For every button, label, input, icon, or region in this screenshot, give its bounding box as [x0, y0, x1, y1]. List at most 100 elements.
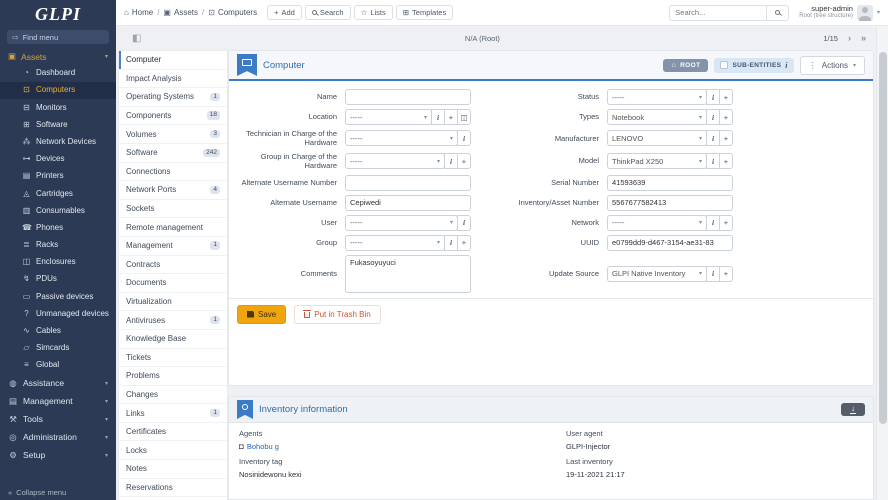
- next-record-icon[interactable]: ›: [848, 33, 851, 43]
- tab-knowledge-base[interactable]: Knowledge Base: [119, 329, 227, 349]
- info-button[interactable]: i: [444, 234, 458, 251]
- sidebar-item-software[interactable]: ⊞ Software: [0, 117, 116, 134]
- tab-virtualization[interactable]: Virtualization: [119, 292, 227, 312]
- scrollbar-track[interactable]: [876, 26, 888, 500]
- sidebar-item-cables[interactable]: ∿ Cables: [0, 323, 116, 340]
- tab-notes[interactable]: Notes: [119, 460, 227, 479]
- types-select[interactable]: Notebook ▾: [607, 109, 707, 125]
- sidebar-item-passive-devices[interactable]: ▭ Passive devices: [0, 288, 116, 305]
- lists-button[interactable]: ☆ Lists: [353, 5, 393, 20]
- sidebar-item-global[interactable]: ≡ Global: [0, 357, 116, 374]
- status-select[interactable]: ----- ▾: [607, 89, 707, 105]
- sidebar-item-devices[interactable]: ⊶ Devices: [0, 151, 116, 168]
- sidebar-item-network-devices[interactable]: ⁂ Network Devices: [0, 134, 116, 151]
- technician-in-charge-of-the-hardware-select[interactable]: ----- ▾: [345, 130, 458, 147]
- info-button[interactable]: i: [706, 130, 720, 147]
- tab-components[interactable]: Components 18: [119, 106, 227, 126]
- alternate-username-number-input[interactable]: [345, 174, 471, 191]
- sub-entities-checkbox[interactable]: [720, 61, 729, 69]
- uuid-input[interactable]: [607, 234, 733, 251]
- scrollbar-thumb[interactable]: [879, 52, 887, 424]
- sidebar-item-unmanaged-devices[interactable]: ? Unmanaged devices: [0, 306, 116, 323]
- location-select[interactable]: ----- ▾: [345, 109, 432, 125]
- search-button[interactable]: Search: [304, 5, 351, 20]
- add-option-button[interactable]: +: [457, 153, 471, 170]
- map-button[interactable]: ◫: [457, 109, 471, 125]
- serial-number-input[interactable]: [607, 174, 733, 191]
- tab-problems[interactable]: Problems: [119, 367, 227, 386]
- info-button[interactable]: i: [706, 265, 720, 282]
- group-in-charge-of-the-hardware-select[interactable]: ----- ▾: [345, 153, 445, 170]
- sidebar-item-pdus[interactable]: ↯ PDUs: [0, 271, 116, 288]
- tab-remote-management[interactable]: Remote management: [119, 218, 227, 237]
- group-select[interactable]: ----- ▾: [345, 234, 445, 251]
- tab-operating-systems[interactable]: Operating Systems 1: [119, 88, 227, 107]
- sidebar-section-administration[interactable]: ◎ Administration ▾: [0, 428, 116, 446]
- sidebar-item-simcards[interactable]: ▱ Simcards: [0, 340, 116, 357]
- sidebar-item-computers[interactable]: ⊡ Computers: [0, 82, 116, 100]
- info-button[interactable]: i: [457, 130, 471, 147]
- add-option-button[interactable]: +: [719, 153, 733, 170]
- put-in-trash-button[interactable]: Put in Trash Bin: [294, 304, 381, 324]
- add-option-button[interactable]: +: [719, 89, 733, 105]
- tab-network-ports[interactable]: Network Ports 4: [119, 181, 227, 200]
- search-button[interactable]: [767, 4, 790, 21]
- breadcrumb-home[interactable]: ⌂ Home: [124, 8, 153, 17]
- info-button[interactable]: i: [457, 214, 471, 231]
- agent-link[interactable]: ◘ Bohobu g: [239, 442, 536, 451]
- sidebar-item-printers[interactable]: ▤ Printers: [0, 168, 116, 185]
- breadcrumb-computers[interactable]: ⊡ Computers: [208, 8, 257, 17]
- add-button[interactable]: + Add: [267, 5, 302, 20]
- alternate-username-input[interactable]: [345, 194, 471, 211]
- sidebar-section-setup[interactable]: ⚙ Setup ▾: [0, 446, 116, 464]
- sidebar-item-phones[interactable]: ☎ Phones: [0, 220, 116, 237]
- add-option-button[interactable]: +: [719, 109, 733, 125]
- last-record-icon[interactable]: »: [861, 33, 866, 43]
- add-option-button[interactable]: +: [719, 214, 733, 231]
- sidebar-section-management[interactable]: ▤ Management ▾: [0, 392, 116, 410]
- templates-button[interactable]: ⊞ Templates: [395, 5, 454, 20]
- tab-tickets[interactable]: Tickets: [119, 348, 227, 368]
- info-button[interactable]: i: [706, 89, 720, 105]
- add-option-button[interactable]: +: [719, 130, 733, 147]
- info-button[interactable]: i: [706, 214, 720, 231]
- inventory-asset-number-input[interactable]: [607, 194, 733, 211]
- tab-management[interactable]: Management 1: [119, 236, 227, 256]
- comments-textarea[interactable]: [345, 254, 471, 293]
- network-select[interactable]: ----- ▾: [607, 214, 707, 231]
- user-menu[interactable]: super-admin Root (tree structure) ▾: [799, 4, 880, 21]
- sidebar-section-tools[interactable]: ⚒ Tools ▾: [0, 410, 116, 428]
- sidebar-toggle-icon[interactable]: ◧: [132, 33, 141, 44]
- model-select[interactable]: ThinkPad X250 ▾: [607, 153, 707, 170]
- tab-changes[interactable]: Changes: [119, 385, 227, 405]
- sub-entities-toggle[interactable]: SUB-ENTITIES i: [714, 57, 794, 73]
- manufacturer-select[interactable]: LENOVO ▾: [607, 130, 707, 147]
- tab-connections[interactable]: Connections: [119, 162, 227, 182]
- breadcrumb-assets[interactable]: ▣ Assets: [163, 8, 198, 17]
- name-input[interactable]: [345, 89, 471, 105]
- tab-software[interactable]: Software 242: [119, 143, 227, 163]
- actions-button[interactable]: ⋮ Actions ▾: [799, 55, 865, 75]
- tab-computer[interactable]: Computer: [119, 51, 227, 70]
- add-option-button[interactable]: +: [457, 234, 471, 251]
- sidebar-item-consumables[interactable]: ▥ Consumables: [0, 203, 116, 220]
- tab-locks[interactable]: Locks: [119, 441, 227, 461]
- tab-documents[interactable]: Documents: [119, 274, 227, 293]
- tab-volumes[interactable]: Volumes 3: [119, 125, 227, 144]
- tab-impact-analysis[interactable]: Impact Analysis: [119, 69, 227, 89]
- sidebar-item-monitors[interactable]: ⊟ Monitors: [0, 99, 116, 116]
- tab-certificates[interactable]: Certificates: [119, 422, 227, 442]
- glpi-logo[interactable]: GLPI: [0, 0, 116, 28]
- update-source-select[interactable]: GLPI Native Inventory ▾: [607, 265, 707, 282]
- sidebar-section-assets[interactable]: ▣ Assets ▾: [0, 48, 116, 65]
- sidebar-item-cartridges[interactable]: ◬ Cartridges: [0, 185, 116, 202]
- add-option-button[interactable]: +: [444, 109, 458, 125]
- info-button[interactable]: i: [444, 153, 458, 170]
- tab-contracts[interactable]: Contracts: [119, 255, 227, 275]
- save-button[interactable]: Save: [237, 304, 287, 324]
- collapse-menu-button[interactable]: « Collapse menu: [0, 488, 116, 497]
- find-menu-button[interactable]: ⇨ Find menu: [7, 30, 109, 44]
- sidebar-item-dashboard[interactable]: ◔ Dashboard: [0, 65, 116, 82]
- tab-reservations[interactable]: Reservations: [119, 478, 227, 498]
- info-button[interactable]: i: [706, 153, 720, 170]
